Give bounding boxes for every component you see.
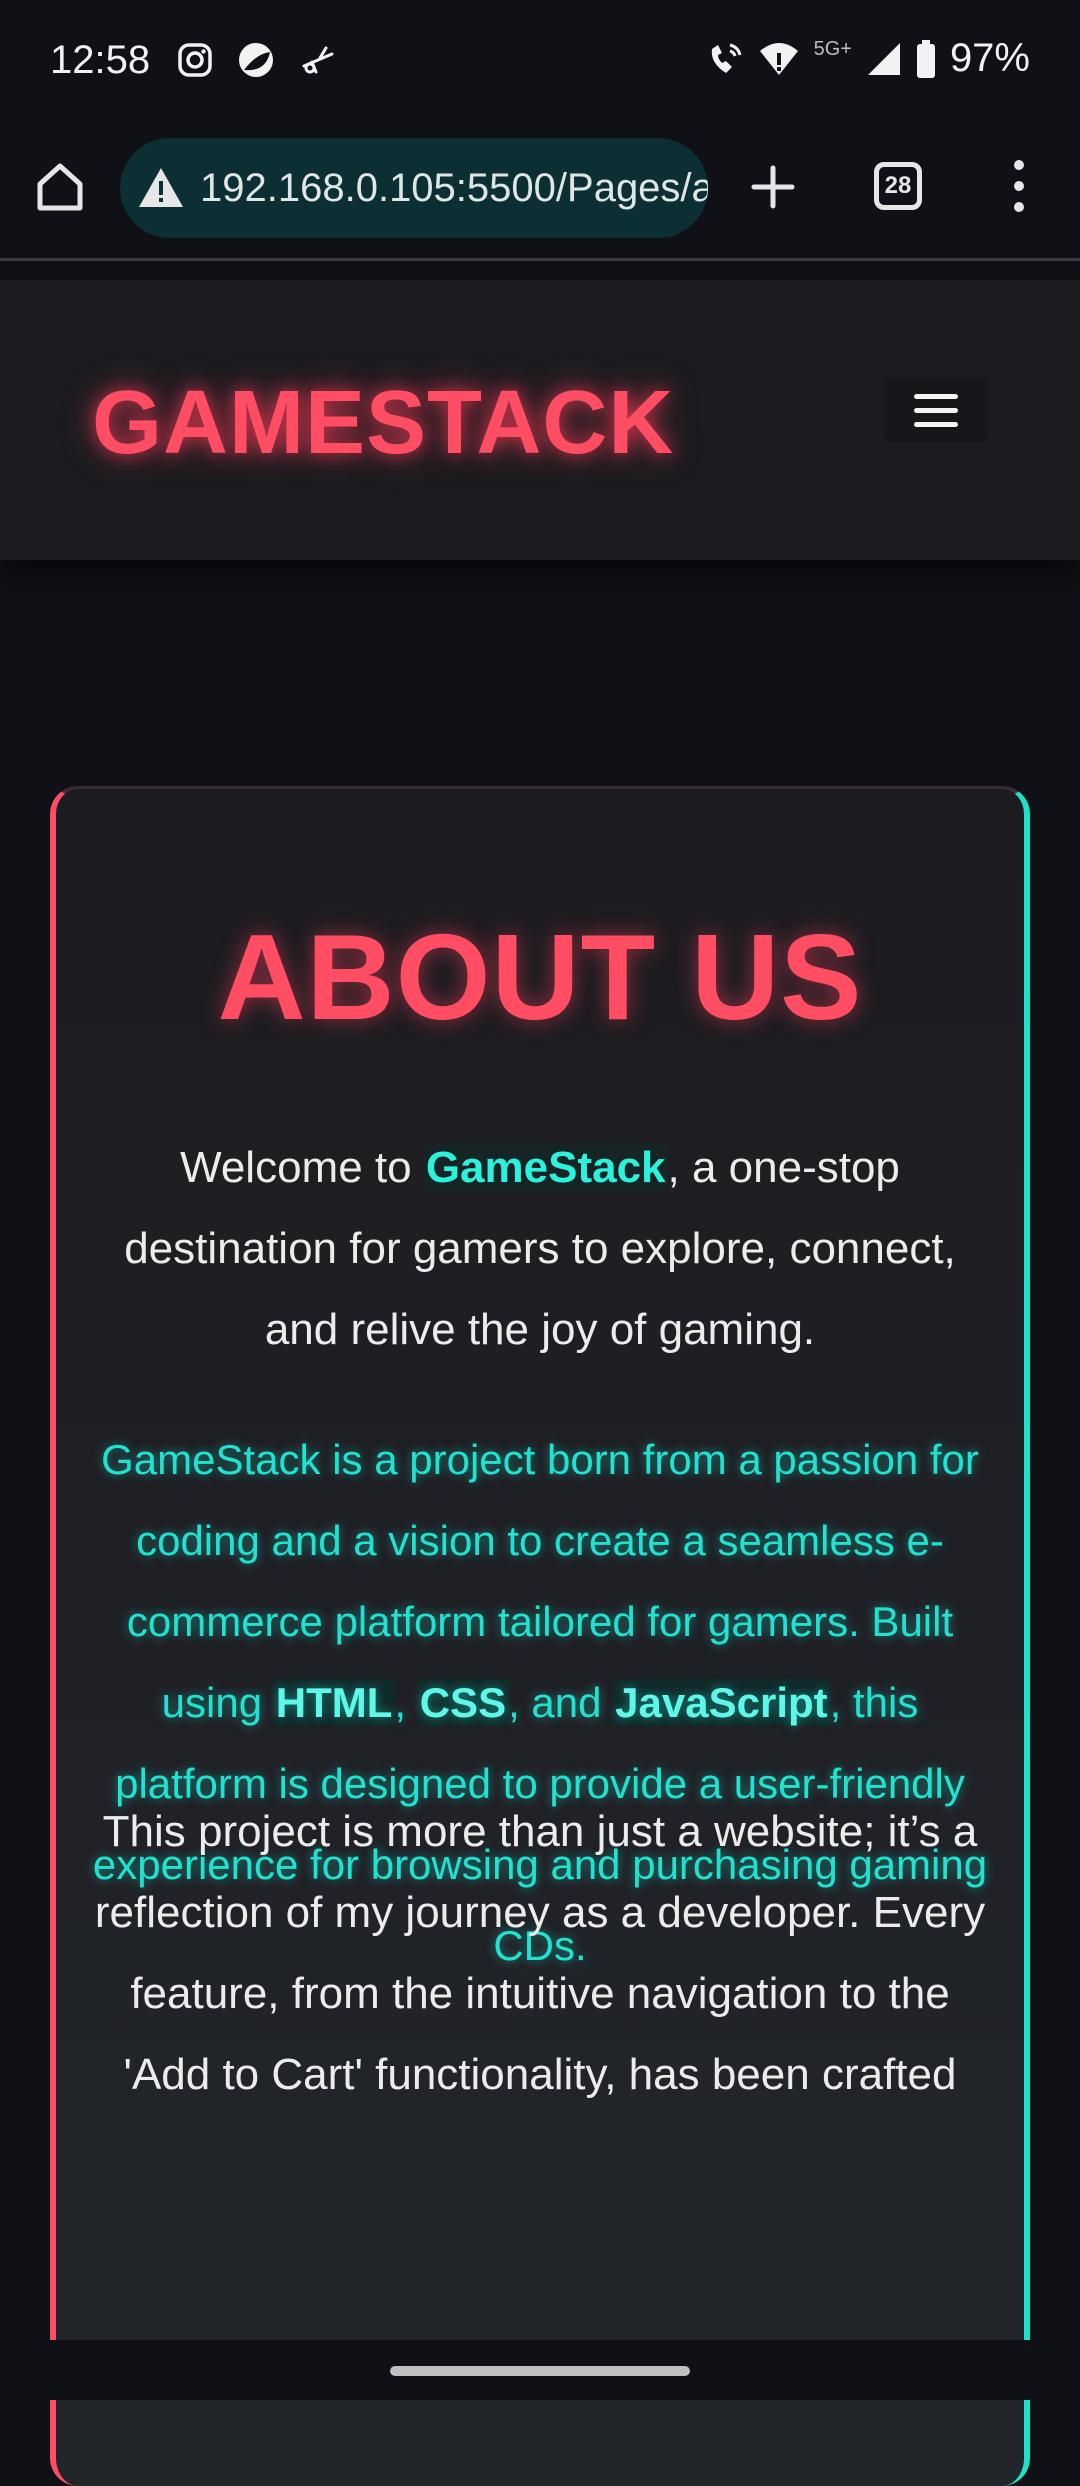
about-card: ABOUT US Welcome to GameStack, a one-sto… (50, 786, 1030, 2486)
new-tab-icon[interactable] (748, 162, 798, 212)
wifi-icon (759, 42, 798, 75)
brand-highlight: GameStack (423, 1143, 668, 1192)
url-text[interactable]: 192.168.0.105:5500/Pages/about.html (200, 166, 708, 211)
browser-toolbar: 192.168.0.105:5500/Pages/about.html 28 (0, 126, 1080, 261)
moon-icon (239, 43, 273, 77)
intro-paragraph: Welcome to GameStack, a one-stop destina… (124, 1143, 956, 1354)
tab-switcher-button[interactable]: 28 (874, 162, 922, 210)
tech-html: HTML (273, 1679, 395, 1726)
warning-icon[interactable] (136, 163, 186, 213)
gesture-handle[interactable] (390, 2366, 690, 2376)
tech-css: CSS (417, 1679, 509, 1726)
network-type: 5G+ (813, 38, 852, 60)
home-icon[interactable] (30, 156, 90, 216)
instagram-icon (178, 43, 212, 77)
flight-icon (302, 46, 334, 74)
notification-icons (176, 40, 338, 80)
battery-icon (916, 39, 935, 78)
wifi-calling-icon (711, 43, 742, 73)
tech-javascript: JavaScript (613, 1679, 830, 1726)
site-header: GAMESTACK (0, 280, 1080, 560)
url-bar[interactable]: 192.168.0.105:5500/Pages/about.html (120, 138, 708, 238)
journey-paragraph: This project is more than just a website… (94, 1807, 986, 2099)
status-bar: 12:58 5G+ 97% (0, 0, 1080, 126)
system-icons: 5G+ 97% (704, 36, 1030, 81)
site-logo[interactable]: GAMESTACK (92, 372, 674, 475)
about-title: ABOUT US (217, 909, 863, 1045)
signal-icon (867, 42, 900, 75)
battery-level: 97% (949, 36, 1030, 80)
system-nav-bar (0, 2340, 1080, 2400)
status-time: 12:58 (50, 38, 151, 82)
overflow-menu-icon[interactable] (1004, 154, 1034, 218)
hamburger-menu-button[interactable] (884, 378, 988, 442)
